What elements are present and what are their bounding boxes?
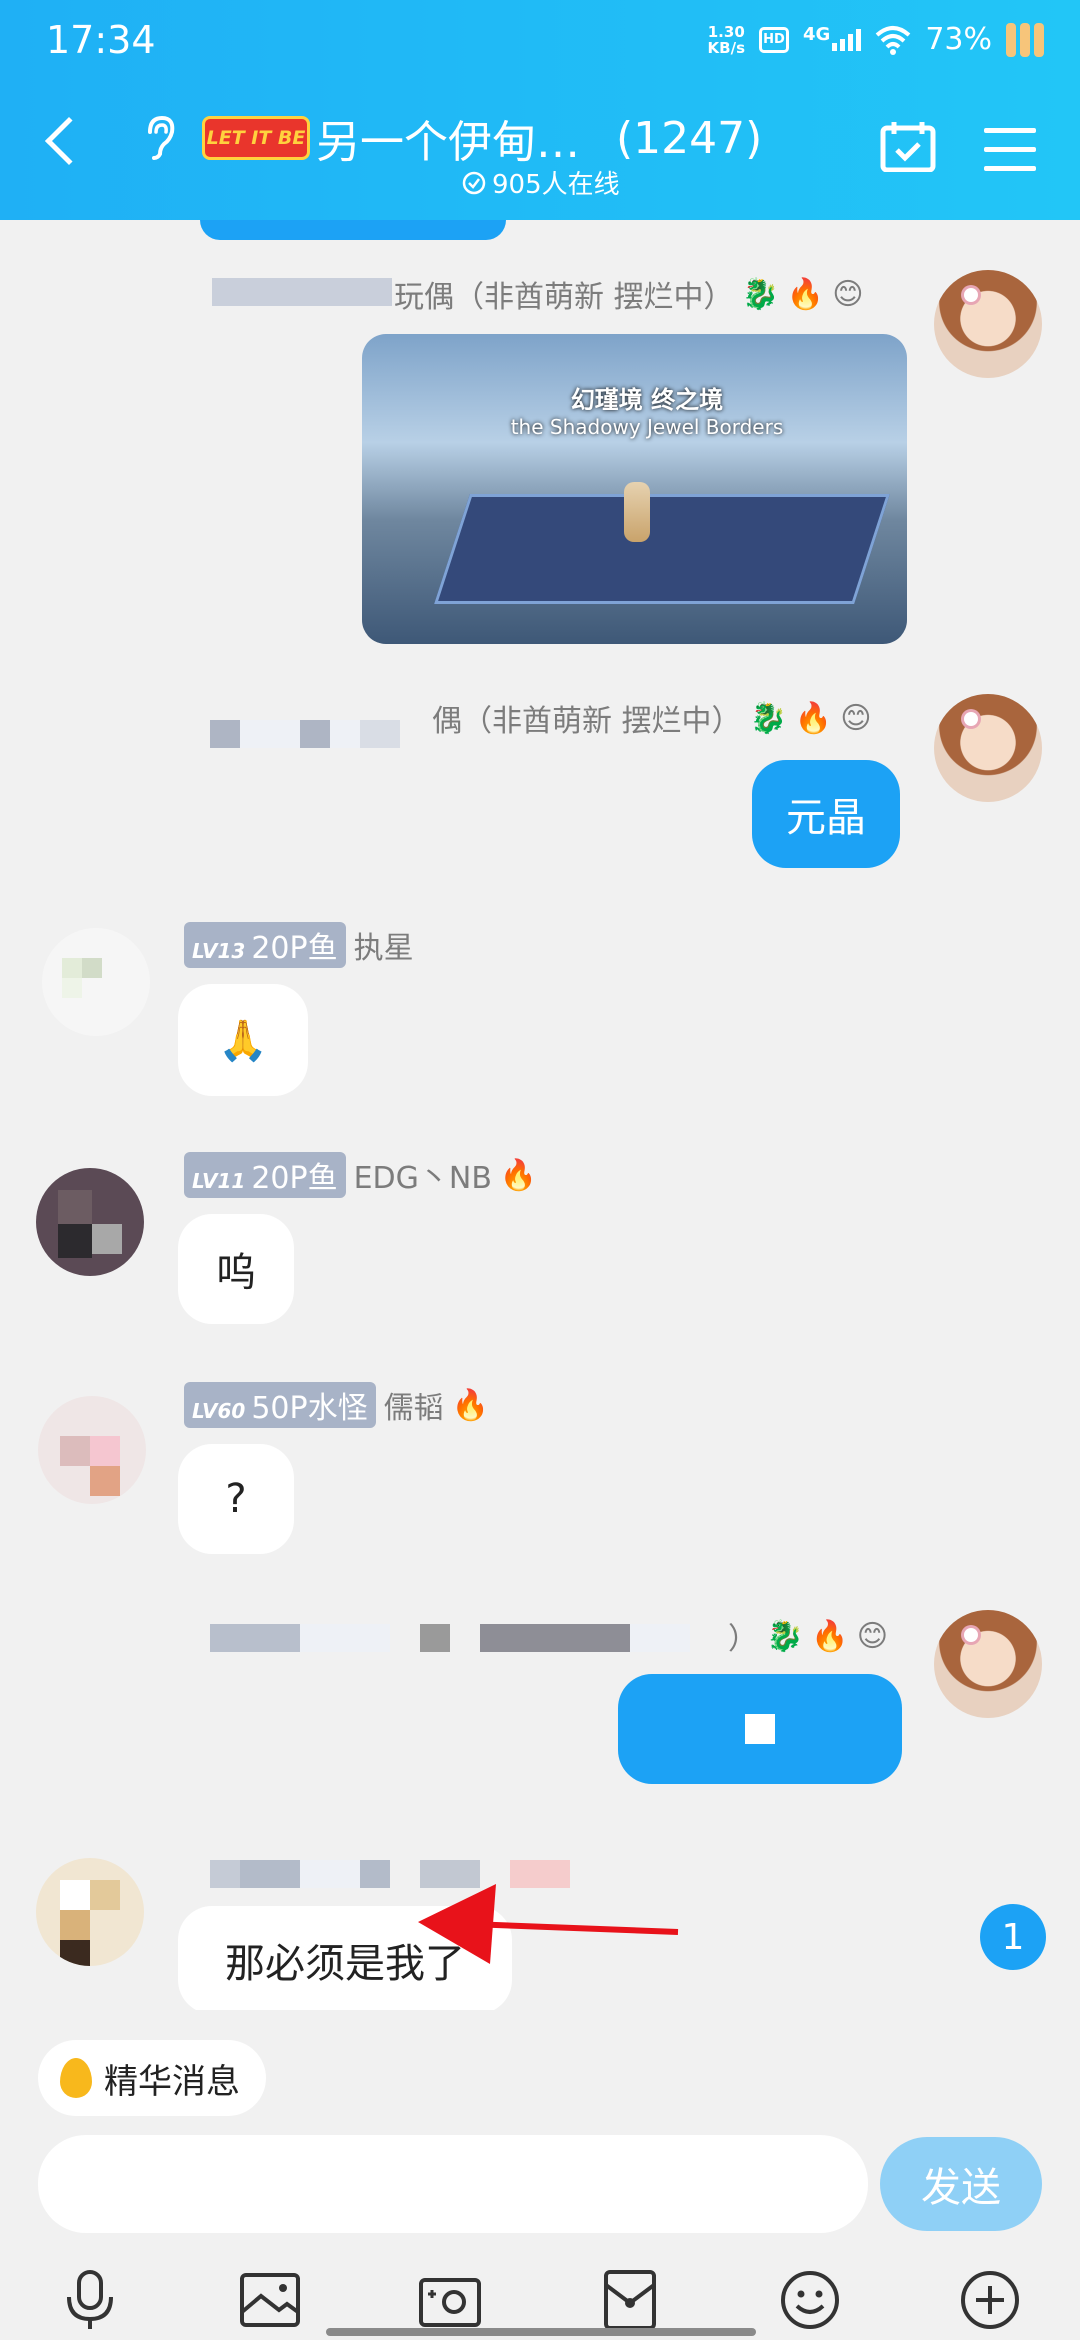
hd-icon: HD (759, 26, 789, 53)
net-speed: 1.30 KB/s (708, 24, 745, 56)
online-count: 905人在线 (492, 170, 620, 200)
signal-icon: 4G (803, 24, 862, 51)
menu-icon[interactable] (984, 128, 1036, 185)
microphone-icon[interactable] (50, 2260, 130, 2340)
wifi-icon (875, 25, 911, 55)
emoji-icon[interactable] (770, 2260, 850, 2340)
image-icon[interactable] (230, 2260, 310, 2340)
home-indicator[interactable] (326, 2328, 756, 2336)
check-circle-icon (462, 171, 486, 194)
battery-percent: 73% (925, 22, 992, 57)
top-bar: 17:34 1.30 KB/s HD 4G 73% LET IT BE 另一个伊… (0, 0, 1080, 220)
input-area: 精华消息 发送 (0, 2010, 1080, 2340)
ear-icon[interactable] (142, 116, 176, 160)
battery-icon (1006, 22, 1044, 57)
group-title[interactable]: LET IT BE 另一个伊甸… (1247) (202, 106, 762, 170)
calendar-check-icon[interactable] (880, 120, 936, 172)
plus-icon[interactable] (950, 2260, 1030, 2340)
group-name: 另一个伊甸… (316, 117, 580, 168)
online-status: 905人在线 (462, 164, 620, 201)
red-arrow-annotation (418, 1884, 679, 1964)
back-button[interactable] (44, 116, 94, 166)
essence-messages-button[interactable]: 精华消息 (38, 2040, 266, 2116)
member-count: (1247) (616, 112, 763, 164)
group-logo: LET IT BE (202, 116, 310, 160)
status-icons: 1.30 KB/s HD 4G 73% (708, 22, 1044, 57)
unread-badge[interactable]: 1 (980, 1904, 1046, 1970)
network-type: 4G (803, 23, 831, 45)
drop-icon (60, 2058, 92, 2098)
net-speed-value: 1.30 (707, 22, 745, 41)
net-speed-unit: KB/s (707, 38, 745, 57)
send-button[interactable]: 发送 (880, 2137, 1042, 2231)
message-input[interactable] (38, 2135, 868, 2233)
essence-label: 精华消息 (104, 2061, 240, 2102)
chat-area[interactable]: 玩偶（非酋萌新 摆烂中） 🐉 🔥 😊 幻瑾境 终之境 the Shadowy Jew… (0, 220, 1080, 2010)
status-time: 17:34 (46, 18, 156, 62)
